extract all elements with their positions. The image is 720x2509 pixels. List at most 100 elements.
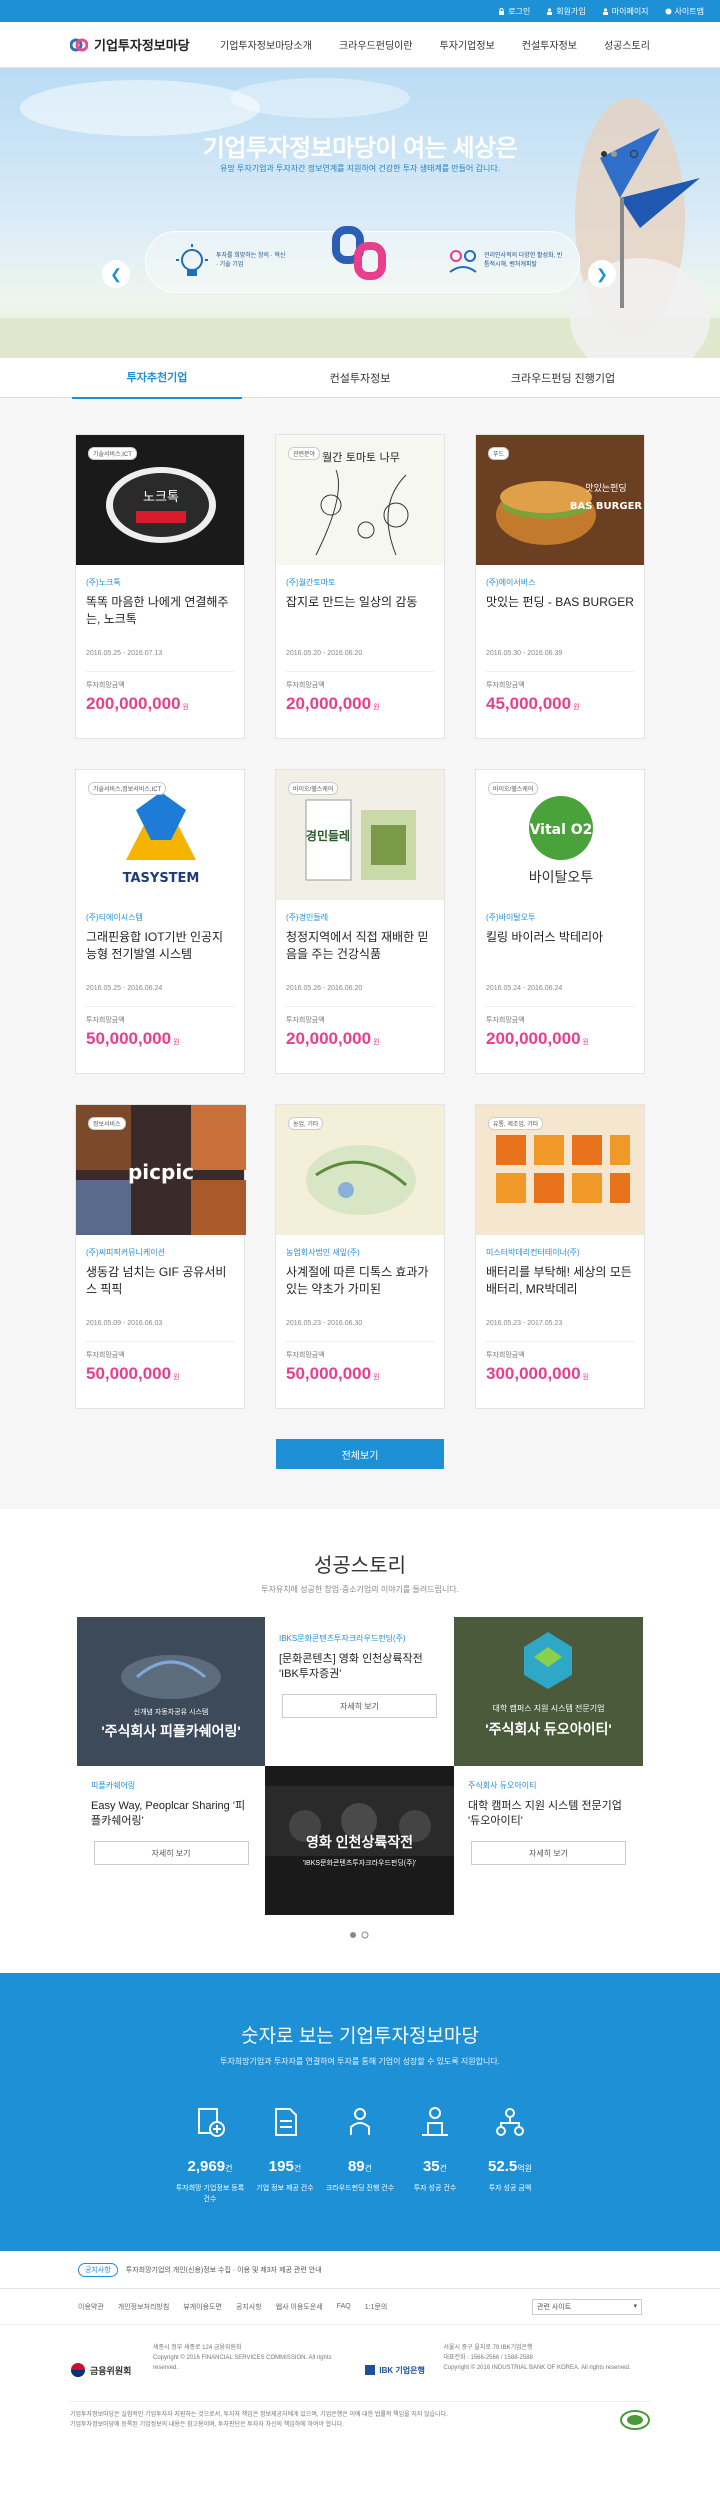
story-company: 피플카쉐어링 (91, 1781, 136, 1790)
tab-consulting[interactable]: 컨설투자정보 (275, 358, 445, 398)
site-logo[interactable]: 기업투자정보마당 (70, 35, 220, 54)
stat-number: 195건 (248, 2158, 323, 2175)
footer-links: 이용약관 개인정보처리방침 뷰게이용도면 공지사항 웹사 이용도운세 FAQ 1… (0, 2289, 720, 2325)
thumb-text-2: 바이탈오투 (529, 870, 594, 886)
document-icon (275, 2108, 297, 2136)
story-image-duoit[interactable]: 대학 캠퍼스 지원 시스템 전문기업 '주식회사 듀오아이티' (454, 1617, 643, 1766)
company-card[interactable]: 월간 토마토 나무 관련분야 (주)월간토마토 잡지로 만드는 일상의 감동 2… (275, 434, 445, 739)
company-name: (주)바이탈오투 (486, 913, 536, 922)
amount-label: 투자희망금액 (486, 682, 525, 689)
category-tag: 유통, 제조업, 기타 (488, 1117, 544, 1130)
company-card[interactable]: 맛있는펀딩 BAS BURGER 푸드 (주)에이서비스 맛있는 펀딩 - BAS… (475, 434, 645, 739)
story-page-1[interactable] (350, 1932, 356, 1938)
sitemap-link[interactable]: 사이트맵 (665, 6, 704, 17)
related-sites-select[interactable]: 관련 사이트 ▾ (532, 2298, 642, 2315)
nav-crowdfunding[interactable]: 크라우드펀딩이란 (339, 37, 413, 52)
nav-about[interactable]: 기업투자정보마당소개 (220, 37, 312, 52)
stat-value: 52.5 (488, 2158, 518, 2175)
card-thumbnail: 유통, 제조업, 기타 (476, 1105, 644, 1235)
amount-unit: 원 (582, 1039, 589, 1046)
section-subtitle: 투자유치에 성공한 창업·중소기업의 이야기를 들려드립니다. (261, 1585, 459, 1594)
amount-value: 50,000,000 원 (286, 1364, 434, 1384)
login-link[interactable]: 로그인 (498, 6, 530, 17)
thumb-text: picpic (128, 1160, 194, 1184)
tab-recommended[interactable]: 투자추천기업 (72, 357, 242, 399)
story-detail-button[interactable]: 자세히 보기 (282, 1694, 437, 1718)
footer-link-notice[interactable]: 공지사항 (236, 2302, 262, 2312)
hero-next-button[interactable]: ❯ (588, 260, 616, 288)
story-overlay-small: 신개념 자동차공유 시스템 (133, 1709, 209, 1716)
story-overlay-small: 대학 캠퍼스 지원 시스템 전문기업 (492, 1704, 605, 1713)
amount-value: 45,000,000 원 (486, 694, 634, 714)
header: 기업투자정보마당 기업투자정보마당소개 크라우드펀딩이란 투자기업정보 컨설투자… (0, 22, 720, 68)
notice-pill[interactable]: 공지사항 (78, 2262, 118, 2277)
company-card[interactable]: 유통, 제조업, 기타 미스터박데리컨터테이너(주) 배터리를 부탁해! 세상의… (475, 1104, 645, 1409)
content-tabs: 투자추천기업 컨설투자정보 크라우드펀딩 진행기업 (0, 357, 720, 399)
stat-number: 35건 (398, 2158, 473, 2175)
footer-link-privacy[interactable]: 개인정보처리방침 (118, 2302, 170, 2312)
footer-link-viewer[interactable]: 뷰게이용도면 (183, 2302, 222, 2312)
person-icon (602, 7, 608, 15)
company-card[interactable]: 농업, 기타 농업회사법인 새잎(주) 사계절에 따른 디톡스 효과가 있는 약… (275, 1104, 445, 1409)
story-title: [문화콘텐츠] 영화 인천상륙작전 'IBK투자증권' (279, 1653, 423, 1680)
thumb-text: 월간 토마토 나무 (322, 451, 400, 464)
notice-text[interactable]: 투자희망기업의 개인(신용)정보 수집 · 이용 및 제3자 제공 관련 안내 (126, 2265, 322, 2275)
card-thumbnail: 맛있는펀딩 BAS BURGER 푸드 (476, 435, 644, 565)
category-tag: 푸드 (488, 447, 510, 460)
nav-companies[interactable]: 투자기업정보 (440, 37, 495, 52)
story-page-2[interactable] (361, 1931, 369, 1939)
join-link[interactable]: 회원가입 (546, 6, 586, 17)
amount-label: 투자희망금액 (86, 1017, 125, 1024)
mypage-link[interactable]: 마이페이지 (602, 6, 649, 17)
footer-link-terms[interactable]: 이용약관 (78, 2302, 104, 2312)
amount-unit: 원 (373, 704, 380, 711)
story-image-peoplecar[interactable]: 신개념 자동차공유 시스템 '주식회사 피플카쉐어링' (77, 1617, 265, 1766)
amount-unit: 원 (582, 1374, 589, 1381)
amount-label: 투자희망금액 (86, 682, 125, 689)
fsc-info: 금융위원회 세종시 정부 세종로 124 금융위원회 Copyright © 20… (70, 2343, 345, 2397)
tab-crowdfunding[interactable]: 크라우드펀딩 진행기업 (478, 358, 648, 398)
user-add-icon (547, 7, 553, 15)
card-period: 2016.05.23 - 2016.06.30 (286, 1320, 363, 1327)
story-overlay: '주식회사 피플카쉐어링' (101, 1723, 241, 1739)
company-card[interactable]: Vital O2 바이탈오투 바이오/헬스케어 (주)바이탈오투 킬링 바이러스 … (475, 769, 645, 1074)
thumb-text: TASYSTEM (123, 871, 200, 886)
thumb-text: 노크톡 (143, 490, 179, 505)
stat-label: 크라우드펀딩 진행 건수 (325, 2185, 395, 2192)
company-card[interactable]: picpic 정보서비스 (주)씨피픽커뮤니케이션 생동감 넘치는 GIF 공유… (75, 1104, 246, 1409)
ibk-address: 서울시 중구 을지로 79 IBK기업은행 (443, 2345, 533, 2351)
company-card[interactable]: TASYSTEM 기술서비스,정보서비스,ICT (주)티에이시스템 그래핀융합… (75, 769, 245, 1074)
amount-label: 투자희망금액 (286, 682, 325, 689)
nav-success[interactable]: 성공스토리 (604, 37, 650, 52)
numbers-section: 숫자로 보는 기업투자정보마당 투자희망기업과 투자자를 연결하여 투자를 통해… (0, 1973, 720, 2251)
fsc-address: 세종시 정부 세종로 124 금융위원회 (153, 2345, 242, 2351)
stat-label: 기업 정보 제공 건수 (256, 2185, 314, 2192)
company-card[interactable]: 경민들레 바이오/헬스케어 (주)경민들레 청정지역에서 직접 재배한 믿음을 … (275, 769, 445, 1074)
story-detail-button[interactable]: 자세히 보기 (471, 1841, 626, 1865)
thumb-text: 경민들레 (306, 828, 350, 843)
footer-link-guide[interactable]: 웹사 이용도운세 (276, 2302, 323, 2312)
story-detail-button[interactable]: 자세히 보기 (93, 1841, 249, 1865)
mypage-label: 마이페이지 (611, 6, 649, 16)
amount-unit: 원 (573, 704, 580, 711)
amount-value: 300,000,000 원 (486, 1364, 634, 1384)
footer-link-inquiry[interactable]: 1:1문의 (365, 2302, 388, 2312)
company-card[interactable]: 노크톡 기술서비스,ICT (주)노크톡 똑똑 마음한 나에게 연결해주는, 노… (75, 434, 245, 739)
footer-link-faq[interactable]: FAQ (337, 2303, 351, 2310)
hero-prev-button[interactable]: ❮ (102, 260, 130, 288)
category-tag: 농업, 기타 (288, 1117, 324, 1130)
legal-line-2: 기업투자정보마당에 등록된 기업정보의 내용은 참고용이며, 투자판단은 투자자… (70, 2422, 344, 2428)
stat-item: 89건 크라우드펀딩 진행 건수 (323, 2105, 398, 2205)
view-all-button[interactable]: 전체보기 (276, 1439, 444, 1469)
card-period: 2016.05.23 - 2017.05.23 (486, 1320, 563, 1327)
ibk-emblem-icon (365, 2365, 376, 2375)
hero-banner: 기업투자정보마당이 여는 세상은 유망 투자기업과 투자자간 정보연계를 지원하… (0, 68, 720, 358)
story-company: IBKS문화콘텐츠투자크라우드펀딩(주) (279, 1634, 406, 1643)
story-title: 대학 캠퍼스 지원 시스템 전문기업 '듀오아이티' (468, 1800, 622, 1827)
stat-unit: 건 (225, 2164, 233, 2173)
nav-consulting[interactable]: 컨설투자정보 (522, 37, 577, 52)
ibk-logo: IBK 기업은행 (365, 2343, 435, 2397)
story-image-ibks[interactable]: 영화 인천상륙작전 'IBKS문화콘텐츠투자크라우드펀딩(주)' (265, 1766, 454, 1915)
fsc-copyright: Copyright © 2016 FINANCIAL SERVICES COMM… (153, 2355, 332, 2371)
category-tag: 관련분야 (288, 447, 321, 460)
